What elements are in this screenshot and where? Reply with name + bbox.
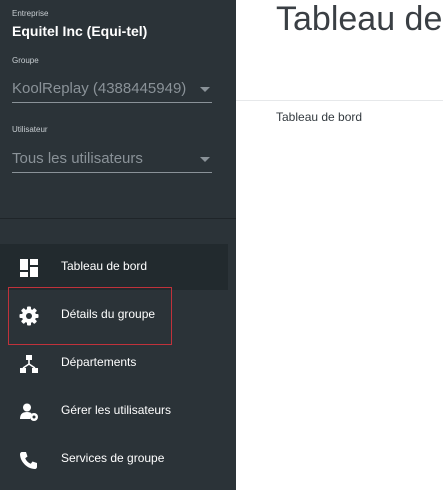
page-title: Tableau de bord: [276, 0, 443, 38]
chevron-down-icon: [200, 87, 210, 92]
chevron-down-icon: [200, 157, 210, 162]
company-name: Equitel Inc (Equi-tel): [12, 23, 148, 39]
header-divider: [236, 100, 443, 101]
user-select[interactable]: Tous les utilisateurs: [12, 148, 212, 173]
sidebar-item-label: Tableau de bord: [61, 259, 148, 273]
user-settings-icon: [20, 403, 38, 421]
phone-icon: [20, 452, 37, 469]
sidebar-item-departments[interactable]: Départements: [0, 340, 228, 386]
sidebar-divider: [0, 218, 236, 219]
sidebar-item-label: Gérer les utilisateurs: [61, 403, 172, 417]
group-select[interactable]: KoolReplay (4388445949): [12, 78, 212, 103]
sidebar-item-group-services[interactable]: Services de groupe: [0, 436, 228, 482]
gear-icon: [19, 306, 39, 326]
sidebar-item-group-details[interactable]: Détails du groupe: [0, 292, 228, 338]
dashboard-icon: [20, 259, 38, 277]
sidebar-item-label: Départements: [61, 355, 137, 369]
group-select-value: KoolReplay (4388445949): [12, 80, 187, 97]
sidebar-item-label: Détails du groupe: [61, 307, 156, 321]
org-chart-icon: [20, 355, 38, 373]
group-label: Groupe: [12, 56, 39, 65]
sidebar-item-label: Services de groupe: [61, 451, 165, 465]
sidebar-item-dashboard[interactable]: Tableau de bord: [0, 244, 228, 290]
company-label: Entreprise: [12, 9, 49, 18]
user-select-value: Tous les utilisateurs: [12, 150, 143, 167]
breadcrumb: Tableau de bord: [276, 110, 363, 124]
sidebar-item-manage-users[interactable]: Gérer les utilisateurs: [0, 388, 228, 434]
sidebar: Entreprise Equitel Inc (Equi-tel) Groupe…: [0, 0, 236, 490]
user-label: Utilisateur: [12, 125, 48, 134]
